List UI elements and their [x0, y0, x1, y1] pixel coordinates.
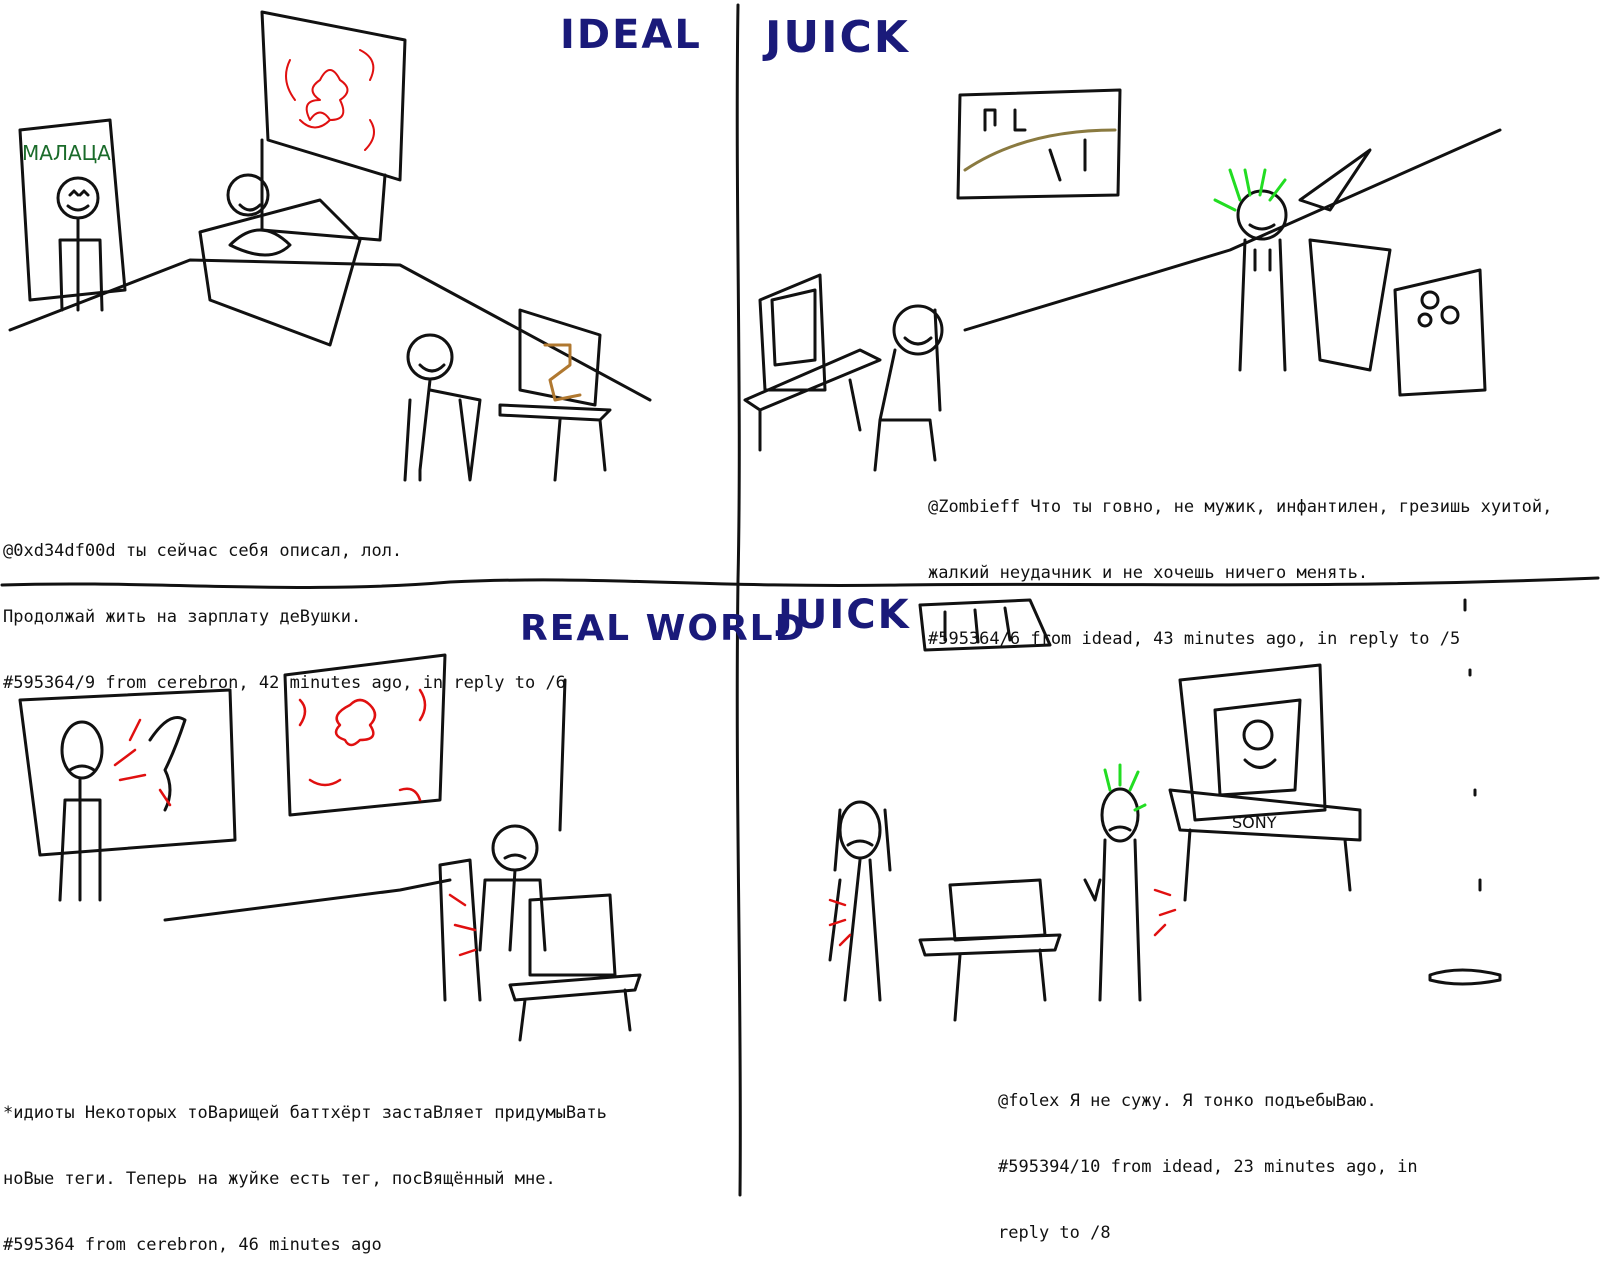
caption-line: reply to /8 — [998, 1223, 1111, 1243]
heading-ideal: IDEAL — [560, 12, 702, 58]
caption-line: #595364 from cerebron, 46 minutes ago — [3, 1235, 382, 1255]
caption-line: #595364/6 from idead, 43 minutes ago, in… — [928, 629, 1461, 649]
caption-top-left: @0xd34df00d ты сейчас себя описал, лол. … — [3, 496, 566, 716]
caption-line: Продолжай жить на зарплату деВушки. — [3, 607, 362, 627]
red-marks-bottom-left — [113, 688, 477, 957]
caption-line: @folex Я не сужу. Я тонко подъебыВаю. — [998, 1091, 1377, 1111]
caption-top-right: @Zombieff Что ты говно, не мужик, инфант… — [928, 452, 1552, 672]
caption-line: @0xd34df00d ты сейчас себя описал, лол. — [3, 541, 403, 561]
panel-juick-top-drawing — [743, 88, 1502, 472]
caption-line: ноВые теги. Теперь на жуйке есть тег, по… — [3, 1169, 556, 1189]
caption-line: жалкий неудачник и не хочешь ничего меня… — [928, 563, 1369, 583]
heading-juick-bottom: JUICK — [775, 592, 911, 638]
caption-bottom-left: *идиоты Некоторых тоВарищей баттхёрт зас… — [3, 1058, 607, 1278]
hair-top-right — [1213, 168, 1287, 212]
caption-line: #595364/9 from cerebron, 42 minutes ago,… — [3, 673, 566, 693]
wall-map-top-left — [285, 49, 375, 151]
hair-bottom-right — [1103, 763, 1147, 812]
tv-brand: SONY — [1232, 813, 1277, 832]
caption-line: *идиоты Некоторых тоВарищей баттхёрт зас… — [3, 1103, 607, 1123]
panel-ideal-drawing — [8, 10, 652, 482]
vertical-divider — [735, 3, 742, 1197]
caption-bottom-right: @folex Я не сужу. Я тонко подъебыВаю. #5… — [998, 1046, 1418, 1266]
heading-juick-top: JUICK — [762, 12, 910, 63]
caption-line: #595394/10 from idead, 23 minutes ago, i… — [998, 1157, 1418, 1177]
caption-line: @Zombieff Что ты говно, не мужик, инфант… — [928, 497, 1553, 517]
sign-malatsa: МАЛАЦА — [22, 141, 111, 165]
